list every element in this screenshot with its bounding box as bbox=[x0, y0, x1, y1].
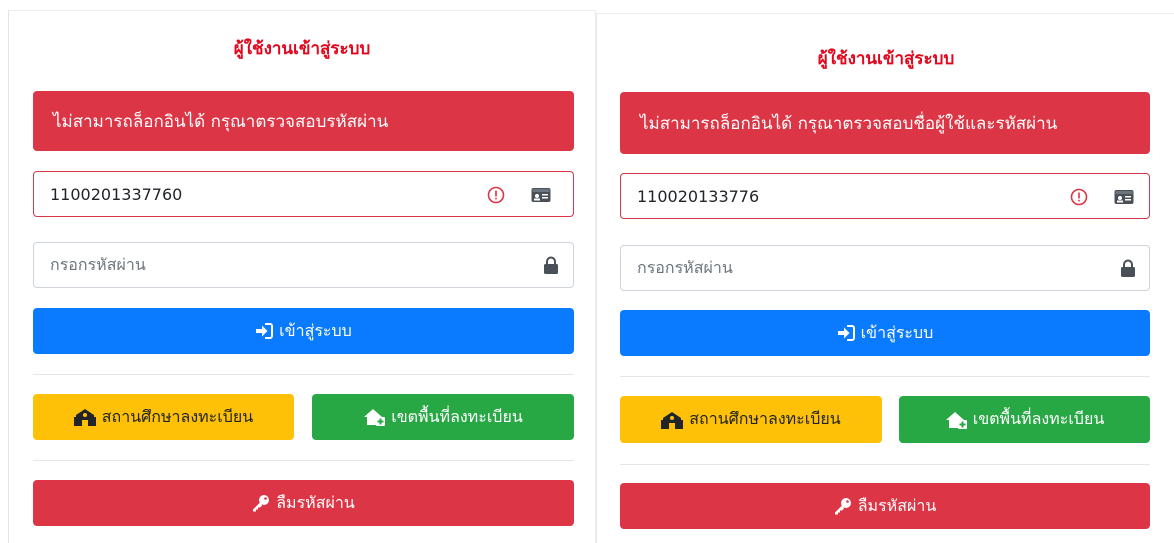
divider bbox=[33, 460, 574, 461]
login-button[interactable]: เข้าสู่ระบบ bbox=[33, 308, 574, 354]
lock-icon bbox=[542, 255, 560, 275]
login-title: ผู้ใช้งานเข้าสู่ระบบ bbox=[817, 49, 955, 69]
sign-in-icon bbox=[255, 323, 274, 339]
school-register-label: สถานศึกษาลงทะเบียน bbox=[689, 409, 841, 428]
login-title: ผู้ใช้งานเข้าสู่ระบบ bbox=[233, 39, 371, 59]
key-icon bbox=[834, 497, 852, 515]
forgot-password-label: ลืมรหัสผ่าน bbox=[857, 495, 937, 515]
password-placeholder: กรอกรหัสผ่าน bbox=[637, 257, 733, 277]
username-field[interactable]: 1100201337760 bbox=[33, 171, 574, 217]
house-plus-icon bbox=[363, 408, 386, 426]
password-placeholder: กรอกรหัสผ่าน bbox=[50, 254, 146, 274]
key-icon bbox=[252, 494, 270, 512]
school-register-button[interactable]: สถานศึกษาลงทะเบียน bbox=[33, 394, 294, 440]
error-alert: ไม่สามารถล็อกอินได้ กรุณาตรวจสอบชื่อผู้ใ… bbox=[620, 92, 1150, 154]
school-icon bbox=[661, 411, 684, 429]
id-card-icon bbox=[530, 185, 552, 205]
school-register-button[interactable]: สถานศึกษาลงทะเบียน bbox=[620, 396, 882, 443]
forgot-password-label: ลืมรหัสผ่าน bbox=[276, 492, 355, 512]
area-register-label: เขตพื้นที่ลงทะเบียน bbox=[972, 409, 1105, 428]
login-panel-left: ผู้ใช้งานเข้าสู่ระบบ ไม่สามารถล็อกอินได้… bbox=[8, 10, 596, 543]
forgot-password-button[interactable]: ลืมรหัสผ่าน bbox=[620, 483, 1150, 529]
username-field[interactable]: 110020133776 bbox=[620, 173, 1150, 219]
divider bbox=[33, 374, 574, 375]
exclamation-circle-icon bbox=[486, 185, 506, 205]
school-register-label: สถานศึกษาลงทะเบียน bbox=[101, 406, 254, 426]
school-icon bbox=[73, 408, 96, 426]
login-label: เข้าสู่ระบบ bbox=[279, 320, 352, 340]
lock-icon bbox=[1119, 258, 1137, 278]
forgot-password-button[interactable]: ลืมรหัสผ่าน bbox=[33, 480, 574, 526]
login-button[interactable]: เข้าสู่ระบบ bbox=[620, 310, 1150, 356]
exclamation-circle-icon bbox=[1069, 187, 1089, 207]
area-register-button[interactable]: เขตพื้นที่ลงทะเบียน bbox=[312, 394, 574, 440]
id-card-icon bbox=[1113, 187, 1135, 207]
divider bbox=[620, 376, 1150, 377]
sign-in-icon bbox=[837, 325, 855, 341]
password-field[interactable]: กรอกรหัสผ่าน bbox=[620, 245, 1150, 291]
login-label: เข้าสู่ระบบ bbox=[860, 322, 934, 342]
area-register-label: เขตพื้นที่ลงทะเบียน bbox=[391, 406, 523, 426]
password-field[interactable]: กรอกรหัสผ่าน bbox=[33, 242, 574, 288]
error-alert: ไม่สามารถล็อกอินได้ กรุณาตรวจสอบรหัสผ่าน bbox=[33, 91, 574, 151]
area-register-button[interactable]: เขตพื้นที่ลงทะเบียน bbox=[899, 396, 1150, 443]
login-panel-right: ผู้ใช้งานเข้าสู่ระบบ ไม่สามารถล็อกอินได้… bbox=[596, 13, 1174, 543]
divider bbox=[620, 464, 1150, 465]
house-plus-icon bbox=[945, 411, 967, 429]
